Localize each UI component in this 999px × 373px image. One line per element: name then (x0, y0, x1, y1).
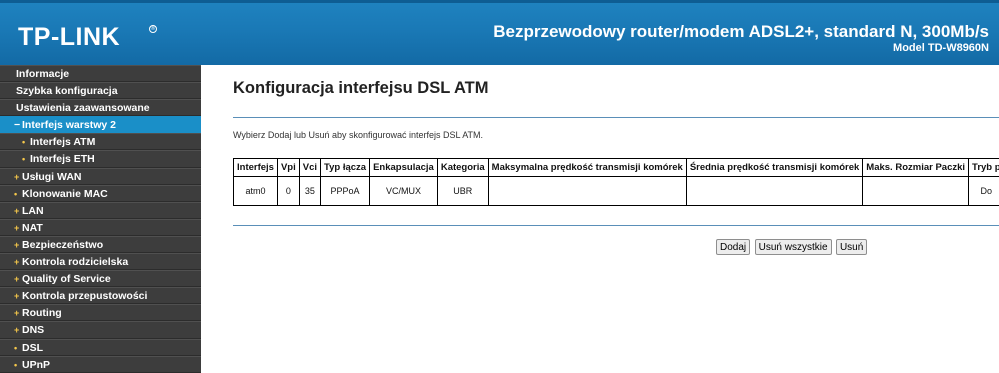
sidebar-item-label: Szybka konfiguracja (16, 85, 118, 97)
divider-top (233, 117, 999, 118)
expand-icon: + (14, 271, 22, 287)
sidebar-item-informacje[interactable]: Informacje (0, 65, 201, 82)
sidebar-item-label: LAN (22, 205, 44, 217)
bullet-icon: • (14, 340, 22, 356)
main-content: Konfiguracja interfejsu DSL ATM Wybierz … (201, 65, 999, 372)
registered-mark-icon: ® (149, 25, 157, 33)
sidebar-item-uslugi-wan[interactable]: +Usługi WAN (0, 168, 201, 185)
sidebar-item-quality-of-service[interactable]: +Quality of Service (0, 270, 201, 287)
column-header-vci: Vci (299, 159, 320, 177)
sidebar-item-label: DSL (22, 342, 43, 354)
column-header-enkapsulacja: Enkapsulacja (370, 159, 438, 177)
expand-icon: + (14, 169, 22, 185)
sidebar-item-label: Ustawienia zaawansowane (16, 102, 150, 114)
sidebar-item-interfejs-eth[interactable]: •Interfejs ETH (0, 150, 201, 167)
expand-icon: + (14, 203, 22, 219)
header-top-strip (0, 0, 999, 3)
cell-tryb: Do (969, 177, 999, 206)
sidebar-item-label: Interfejs ATM (30, 136, 95, 148)
column-header-tryb: Tryb p (969, 159, 999, 177)
column-header-max-packet-size: Maks. Rozmiar Paczki (863, 159, 969, 177)
cell-kategoria: UBR (437, 177, 488, 206)
column-header-avg-cell-rate: Średnia prędkość transmisji komórek (686, 159, 862, 177)
bullet-icon: • (22, 134, 30, 150)
sidebar-item-label: Klonowanie MAC (22, 188, 108, 200)
sidebar-item-upnp[interactable]: •UPnP (0, 356, 201, 373)
cell-enkapsulacja: VC/MUX (370, 177, 438, 206)
sidebar-item-kontrola-przepustowosci[interactable]: +Kontrola przepustowości (0, 287, 201, 304)
cell-vpi: 0 (277, 177, 299, 206)
sidebar-item-klonowanie-mac[interactable]: •Klonowanie MAC (0, 185, 201, 202)
bullet-icon: • (22, 151, 30, 167)
atm-interface-table: Interfejs Vpi Vci Typ łącza Enkapsulacja… (233, 158, 999, 206)
sidebar-item-dsl[interactable]: •DSL (0, 339, 201, 356)
action-buttons: Dodaj Usuń wszystkie Usuń (716, 237, 867, 255)
column-header-vpi: Vpi (277, 159, 299, 177)
sidebar-item-lan[interactable]: +LAN (0, 202, 201, 219)
cell-max-packet-size (863, 177, 969, 206)
column-header-max-cell-rate: Maksymalna prędkość transmisji komórek (488, 159, 686, 177)
remove-all-button[interactable]: Usuń wszystkie (755, 239, 832, 255)
column-header-typ-lacza: Typ łącza (321, 159, 370, 177)
expand-icon: + (14, 220, 22, 236)
sidebar-item-dns[interactable]: +DNS (0, 321, 201, 338)
cell-typ-lacza: PPPoA (321, 177, 370, 206)
sidebar-item-label: Bezpieczeństwo (22, 239, 103, 251)
tp-link-logo: TP-LINK (18, 23, 120, 52)
divider-bottom (233, 225, 999, 226)
sidebar-item-interfejs-warstwy-2[interactable]: −Interfejs warstwy 2 (0, 116, 201, 133)
sidebar-item-label: NAT (22, 222, 43, 234)
expand-icon: + (14, 254, 22, 270)
sidebar-item-label: Kontrola przepustowości (22, 290, 147, 302)
expand-icon: + (14, 305, 22, 321)
sidebar-item-label: Kontrola rodzicielska (22, 256, 128, 268)
sidebar-item-label: UPnP (22, 359, 50, 371)
sidebar-item-label: DNS (22, 324, 44, 336)
sidebar-item-routing[interactable]: +Routing (0, 304, 201, 321)
sidebar-item-label: Quality of Service (22, 273, 111, 285)
sidebar-item-bezpieczenstwo[interactable]: +Bezpieczeństwo (0, 236, 201, 253)
sidebar-menu: Informacje Szybka konfiguracja Ustawieni… (0, 65, 201, 372)
sidebar-item-label: Interfejs ETH (30, 153, 95, 165)
sidebar-item-ustawienia-zaawansowane[interactable]: Ustawienia zaawansowane (0, 99, 201, 116)
expand-icon: + (14, 237, 22, 253)
remove-button[interactable]: Usuń (836, 239, 867, 255)
expand-icon: + (14, 322, 22, 338)
column-header-kategoria: Kategoria (437, 159, 488, 177)
collapse-icon: − (14, 117, 22, 133)
page-title: Konfiguracja interfejsu DSL ATM (233, 79, 488, 98)
expand-icon: + (14, 288, 22, 304)
sidebar-item-label: Interfejs warstwy 2 (22, 119, 116, 131)
cell-vci: 35 (299, 177, 320, 206)
bullet-icon: • (14, 186, 22, 202)
column-header-interfejs: Interfejs (234, 159, 278, 177)
cell-avg-cell-rate (686, 177, 862, 206)
page-description: Wybierz Dodaj lub Usuń aby skonfigurować… (233, 130, 483, 140)
header-banner: TP-LINK ® Bezprzewodowy router/modem ADS… (0, 0, 999, 65)
sidebar-item-label: Usługi WAN (22, 171, 82, 183)
table-row: atm0 0 35 PPPoA VC/MUX UBR Do (234, 177, 999, 206)
table-header-row: Interfejs Vpi Vci Typ łącza Enkapsulacja… (234, 159, 999, 177)
model-name: Model TD-W8960N (893, 42, 989, 54)
cell-interfejs: atm0 (234, 177, 278, 206)
sidebar-item-interfejs-atm[interactable]: •Interfejs ATM (0, 133, 201, 150)
product-name: Bezprzewodowy router/modem ADSL2+, stand… (493, 22, 989, 42)
sidebar-item-kontrola-rodzicielska[interactable]: +Kontrola rodzicielska (0, 253, 201, 270)
sidebar-item-szybka-konfiguracja[interactable]: Szybka konfiguracja (0, 82, 201, 99)
sidebar-item-nat[interactable]: +NAT (0, 219, 201, 236)
sidebar-item-label: Routing (22, 307, 62, 319)
bullet-icon: • (14, 357, 22, 373)
sidebar-item-label: Informacje (16, 68, 69, 80)
add-button[interactable]: Dodaj (716, 239, 750, 255)
cell-max-cell-rate (488, 177, 686, 206)
